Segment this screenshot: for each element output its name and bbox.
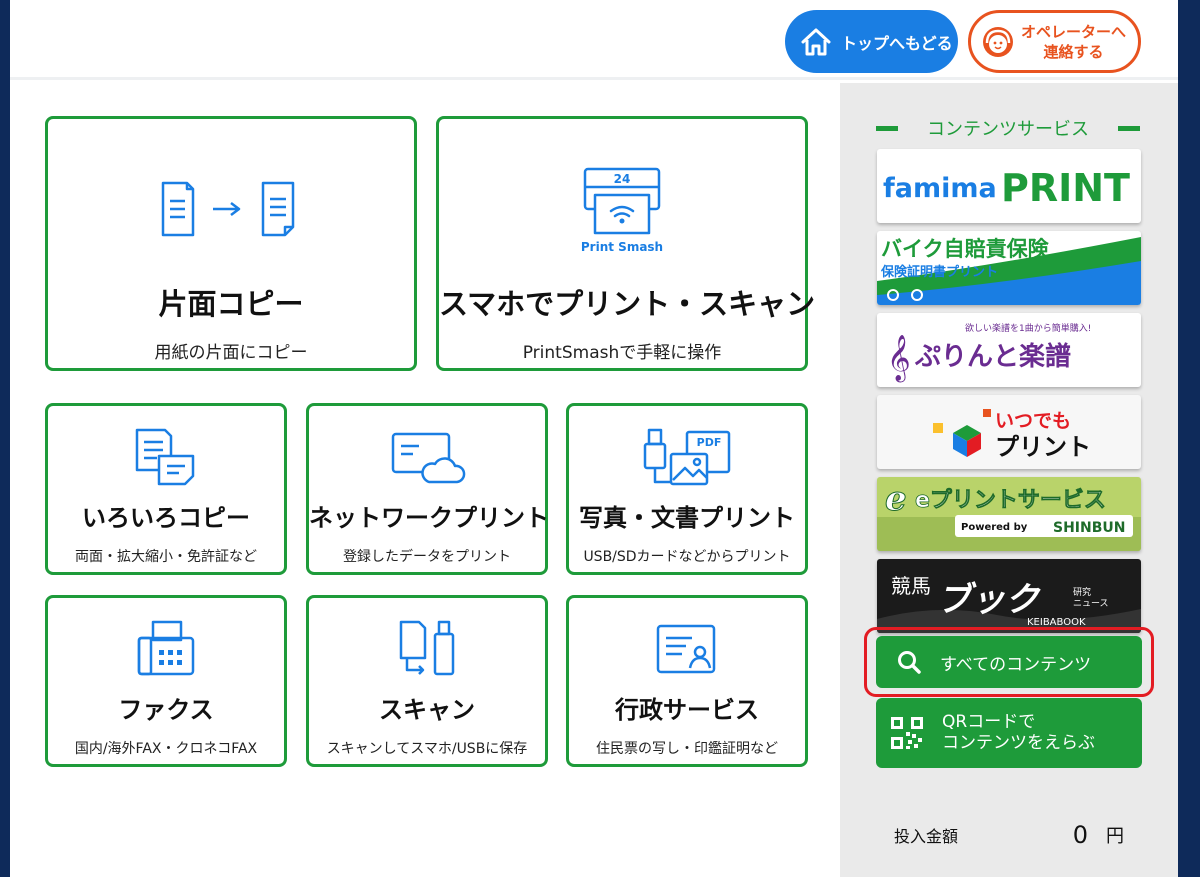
card-various-copy[interactable]: いろいろコピー 両面・拡大縮小・免許証など — [45, 403, 287, 575]
fax-icon — [48, 618, 284, 678]
card-title: 写真・文書プリント — [579, 504, 795, 532]
svg-text:KEIBABOOK: KEIBABOOK — [1027, 617, 1086, 628]
top-button[interactable]: トップへもどる — [785, 10, 958, 73]
home-icon — [801, 28, 831, 55]
svg-text:famima: famima — [883, 173, 997, 204]
card-printsmash[interactable]: 24 Print Smash スマホでプリント・スキャン PrintSmashで… — [436, 116, 816, 371]
kiosk-screen: トップへもどる オペレーターへ 連絡する 片面コピー 用紙の片面にコピー 24 … — [10, 0, 1178, 877]
card-subtitle: USB/SDカードなどからプリント — [583, 549, 791, 565]
svg-text:PRINT: PRINT — [1001, 166, 1130, 210]
card-title: スマホでプリント・スキャン — [439, 287, 816, 321]
cloud-doc-icon — [309, 428, 545, 486]
banner-keiba-book[interactable]: 競馬 ブック 研究ニュース KEIBABOOK — [877, 559, 1141, 633]
amount-unit: 円 — [1106, 826, 1124, 847]
card-fax[interactable]: ファクス 国内/海外FAX・クロネコFAX — [45, 595, 287, 767]
top-button-label: トップへもどる — [841, 33, 953, 53]
qr-select-label: QRコードで コンテンツをえらぶ — [942, 712, 1095, 753]
usb-photo-pdf-icon: PDF — [569, 424, 805, 490]
operator-button-label: オペレーターへ 連絡する — [1021, 22, 1127, 61]
card-government-service[interactable]: 行政サービス 住民票の写し・印鑑証明など — [566, 595, 808, 767]
amount-value: 0 — [1072, 821, 1088, 849]
printsmash-icon: 24 Print Smash — [439, 163, 805, 255]
copy-arrow-icon — [48, 179, 414, 239]
card-title: 行政サービス — [615, 696, 759, 724]
inserted-amount: 投入金額 0 円 — [894, 821, 1124, 849]
card-subtitle: 国内/海外FAX・クロネコFAX — [74, 741, 258, 757]
banner-eprint-service[interactable]: e eプリントサービス Powered by SHINBUN — [877, 477, 1141, 551]
header: トップへもどる オペレーターへ 連絡する — [10, 0, 1178, 80]
card-title: ファクス — [118, 696, 214, 724]
operator-button[interactable]: オペレーターへ 連絡する — [968, 10, 1141, 73]
card-title: スキャン — [379, 696, 475, 724]
card-scan[interactable]: スキャン スキャンしてスマホ/USBに保存 — [306, 595, 548, 767]
svg-text:保険証明書プリント: 保険証明書プリント — [880, 264, 998, 280]
search-icon — [898, 651, 921, 674]
card-subtitle: スキャンしてスマホ/USBに保存 — [326, 741, 528, 757]
all-contents-button[interactable]: すべてのコンテンツ — [876, 636, 1142, 688]
banner-famima-print[interactable]: famima PRINT — [877, 149, 1141, 223]
card-network-print[interactable]: ネットワークプリント 登録したデータをプリント — [306, 403, 549, 575]
all-contents-label: すべてのコンテンツ — [940, 654, 1092, 675]
svg-text:欲しい楽譜を1曲から簡単購入!: 欲しい楽譜を1曲から簡単購入! — [965, 322, 1091, 334]
sidebar-heading-label: コンテンツサービス — [927, 119, 1089, 140]
card-title: 片面コピー — [158, 287, 304, 321]
svg-text:プリント: プリント — [995, 433, 1091, 461]
documents-icon — [48, 426, 284, 486]
svg-text:研究ニュース: 研究ニュース — [1073, 586, 1109, 609]
card-subtitle: 登録したデータをプリント — [343, 549, 511, 565]
svg-text:e: e — [885, 479, 907, 519]
card-title: いろいろコピー — [82, 504, 250, 532]
card-subtitle: 住民票の写し・印鑑証明など — [596, 741, 778, 757]
card-subtitle: 両面・拡大縮小・免許証など — [75, 549, 257, 565]
svg-text:24: 24 — [614, 172, 631, 186]
svg-text:競馬: 競馬 — [891, 574, 931, 598]
card-title: ネットワークプリント — [309, 504, 549, 532]
svg-text:Powered by: Powered by — [961, 522, 1028, 533]
svg-text:PDF: PDF — [697, 436, 722, 449]
card-single-copy[interactable]: 片面コピー 用紙の片面にコピー — [45, 116, 417, 371]
svg-text:Print Smash: Print Smash — [581, 240, 663, 254]
banner-itsudemo-print[interactable]: いつでも プリント — [877, 395, 1141, 469]
amount-label: 投入金額 — [894, 827, 959, 846]
svg-text:ぷりんと楽譜: ぷりんと楽譜 — [914, 341, 1071, 372]
svg-text:𝄞: 𝄞 — [887, 335, 911, 383]
qr-select-button[interactable]: QRコードで コンテンツをえらぶ — [876, 698, 1142, 768]
card-subtitle: 用紙の片面にコピー — [154, 343, 308, 363]
svg-text:SHINBUN: SHINBUN — [1053, 520, 1125, 536]
resident-card-icon — [569, 620, 805, 678]
qr-code-icon — [891, 717, 923, 749]
svg-text:バイク自賠責保険: バイク自賠責保険 — [881, 237, 1050, 261]
svg-text:eプリントサービス: eプリントサービス — [915, 488, 1106, 513]
card-subtitle: PrintSmashで手軽に操作 — [522, 343, 722, 363]
content-services-sidebar: コンテンツサービス famima PRINT バイク自賠責保険 保険証明書プリン… — [840, 83, 1178, 877]
banner-print-gakufu[interactable]: 欲しい楽譜を1曲から簡単購入! 𝄞 ぷりんと楽譜 — [877, 313, 1141, 387]
card-photo-doc-print[interactable]: PDF 写真・文書プリント USB/SDカードなどからプリント — [566, 403, 808, 575]
sidebar-heading: コンテンツサービス — [876, 115, 1140, 141]
svg-text:いつでも: いつでも — [995, 410, 1071, 432]
operator-icon — [983, 26, 1013, 57]
scan-icon — [309, 616, 545, 680]
svg-text:ブック: ブック — [937, 580, 1041, 620]
banner-bike-insurance[interactable]: バイク自賠責保険 保険証明書プリント — [877, 231, 1141, 305]
